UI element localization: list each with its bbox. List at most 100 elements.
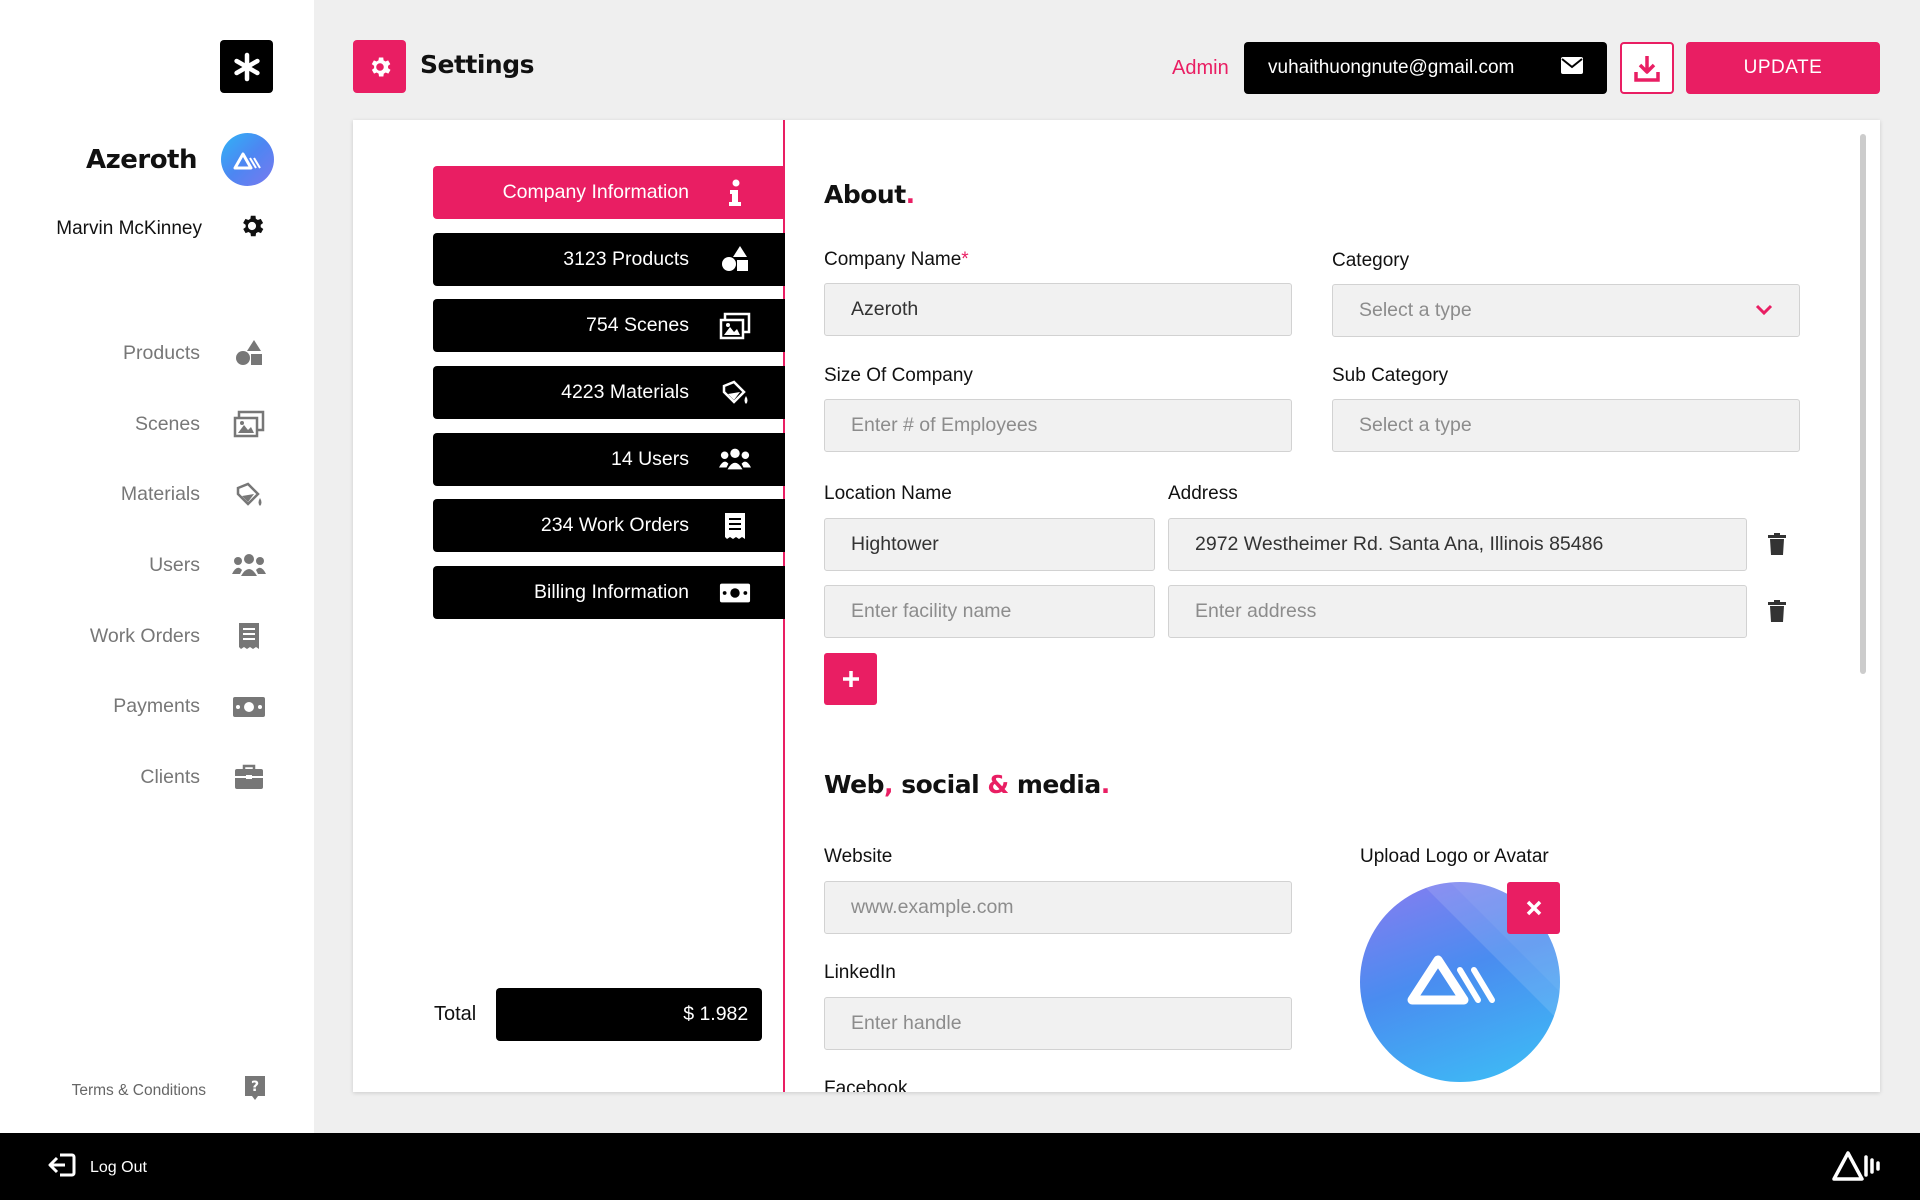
total-value: $ 1.982 [496,988,763,1041]
scenes-icon [719,310,751,342]
linkedin-field[interactable]: Enter handle [824,997,1292,1050]
settings-badge [353,40,406,93]
website-placeholder: www.example.com [851,896,1014,918]
category-placeholder: Select a type [1359,299,1472,321]
menu-item-company-information[interactable]: Company Information [433,166,785,219]
sidebar-item-scenes[interactable]: Scenes [90,389,266,460]
sidebar-item-label: Materials [120,483,200,506]
remove-avatar-button[interactable] [1507,882,1560,934]
envelope-icon [1561,57,1583,79]
facebook-label: Facebook [824,1078,908,1092]
sidebar-item-materials[interactable]: Materials [90,459,266,530]
company-avatar [221,133,274,186]
web-title-part2: social [893,770,988,799]
title-dot: . [905,180,916,209]
users-icon [719,443,751,475]
menu-item-billing-information[interactable]: Billing Information [433,566,785,620]
menu-item-products[interactable]: 3123 Products [433,232,785,286]
sidebar-item-clients[interactable]: Clients [90,742,266,813]
scenes-icon [232,407,266,441]
company-name: Azeroth [85,144,198,175]
money-icon [232,690,266,724]
location-name-value: Hightower [851,533,939,555]
size-field[interactable]: Enter # of Employees [824,399,1292,452]
sidebar-item-payments[interactable]: Payments [90,671,266,742]
category-select[interactable]: Select a type [1332,284,1800,337]
shapes-icon [232,336,266,370]
close-icon [1526,900,1541,916]
update-button[interactable]: UPDATE [1686,42,1880,94]
chevron-down-icon [1755,299,1773,322]
help-icon: ? [244,1075,266,1106]
settings-menu: Company Information 3123 Products 754 Sc… [433,166,785,633]
new-address-field[interactable]: Enter address [1168,585,1747,638]
size-label: Size Of Company [824,365,973,386]
terms-link[interactable]: Terms & Conditions ? [72,1075,266,1106]
menu-item-users[interactable]: 14 Users [433,432,785,486]
web-title-amp: & [987,770,1009,799]
terms-label: Terms & Conditions [71,1081,206,1099]
section-title-about: About. [824,180,915,209]
linkedin-label: LinkedIn [824,962,896,983]
subcategory-placeholder: Select a type [1359,414,1472,436]
company-form: About. Company Name* Azeroth Category Se… [824,120,1824,1092]
web-title-dot: . [1100,770,1111,799]
logout-icon [48,1153,76,1182]
money-icon [719,577,751,609]
facility-name-field[interactable]: Enter facility name [824,585,1155,638]
menu-item-label: 234 Work Orders [540,514,689,537]
company-name-label-text: Company Name [824,249,962,270]
scrollbar[interactable] [1860,134,1866,674]
company-switcher[interactable]: Azeroth [86,133,274,186]
linkedin-placeholder: Enter handle [851,1012,962,1034]
logout-button[interactable]: Log Out [48,1153,147,1182]
menu-item-materials[interactable]: 4223 Materials [433,366,785,420]
trash-icon[interactable] [1765,532,1789,556]
sidebar-item-label: Products [123,341,200,364]
role-label: Admin [1172,57,1229,79]
logout-label: Log Out [90,1158,147,1176]
svg-text:?: ? [251,1079,259,1095]
menu-item-label: 3123 Products [563,247,689,270]
gear-icon [371,56,391,77]
address-value: 2972 Westheimer Rd. Santa Ana, Illinois … [1195,533,1604,555]
company-name-field[interactable]: Azeroth [824,283,1292,336]
web-title-part3: media [1008,770,1101,799]
paint-bucket-icon [719,377,751,409]
settings-card: Company Information 3123 Products 754 Sc… [353,120,1880,1092]
gear-icon[interactable] [238,212,266,245]
size-placeholder: Enter # of Employees [851,414,1038,436]
sidebar-nav: Products Scenes Materials Users Work Ord… [90,318,266,813]
shapes-icon [719,243,751,275]
add-location-button[interactable] [824,653,877,705]
sidebar-item-label: Payments [113,695,200,718]
menu-item-scenes[interactable]: 754 Scenes [433,299,785,353]
address-label: Address [1168,483,1238,504]
total-label: Total [434,1003,477,1025]
email-text: vuhaithuongnute@gmail.com [1268,57,1515,78]
sidebar-item-products[interactable]: Products [90,318,266,389]
sidebar: Azeroth Marvin McKinney Products Scenes [0,0,314,1133]
sidebar-item-work-orders[interactable]: Work Orders [90,601,266,672]
sidebar-item-label: Users [149,553,200,576]
sidebar-item-label: Work Orders [89,624,200,647]
brand-mark-icon [1832,1149,1882,1188]
asterisk-icon [233,52,260,81]
web-title-part1: Web [824,770,885,799]
required-mark: * [961,249,969,270]
download-button[interactable] [1620,42,1674,94]
users-icon [232,548,266,582]
page-title: Settings [420,50,535,79]
subcategory-select[interactable]: Select a type [1332,399,1800,452]
address-field[interactable]: 2972 Westheimer Rd. Santa Ana, Illinois … [1168,518,1747,571]
receipt-icon [232,619,266,653]
email-button[interactable]: vuhaithuongnute@gmail.com [1244,42,1607,94]
location-name-field[interactable]: Hightower [824,518,1155,571]
app-logo[interactable] [220,40,273,93]
website-field[interactable]: www.example.com [824,881,1292,934]
menu-item-work-orders[interactable]: 234 Work Orders [433,499,785,553]
sidebar-item-users[interactable]: Users [90,530,266,601]
facility-placeholder: Enter facility name [851,600,1012,622]
trash-icon[interactable] [1765,599,1789,623]
company-name-label: Company Name* [824,249,969,271]
